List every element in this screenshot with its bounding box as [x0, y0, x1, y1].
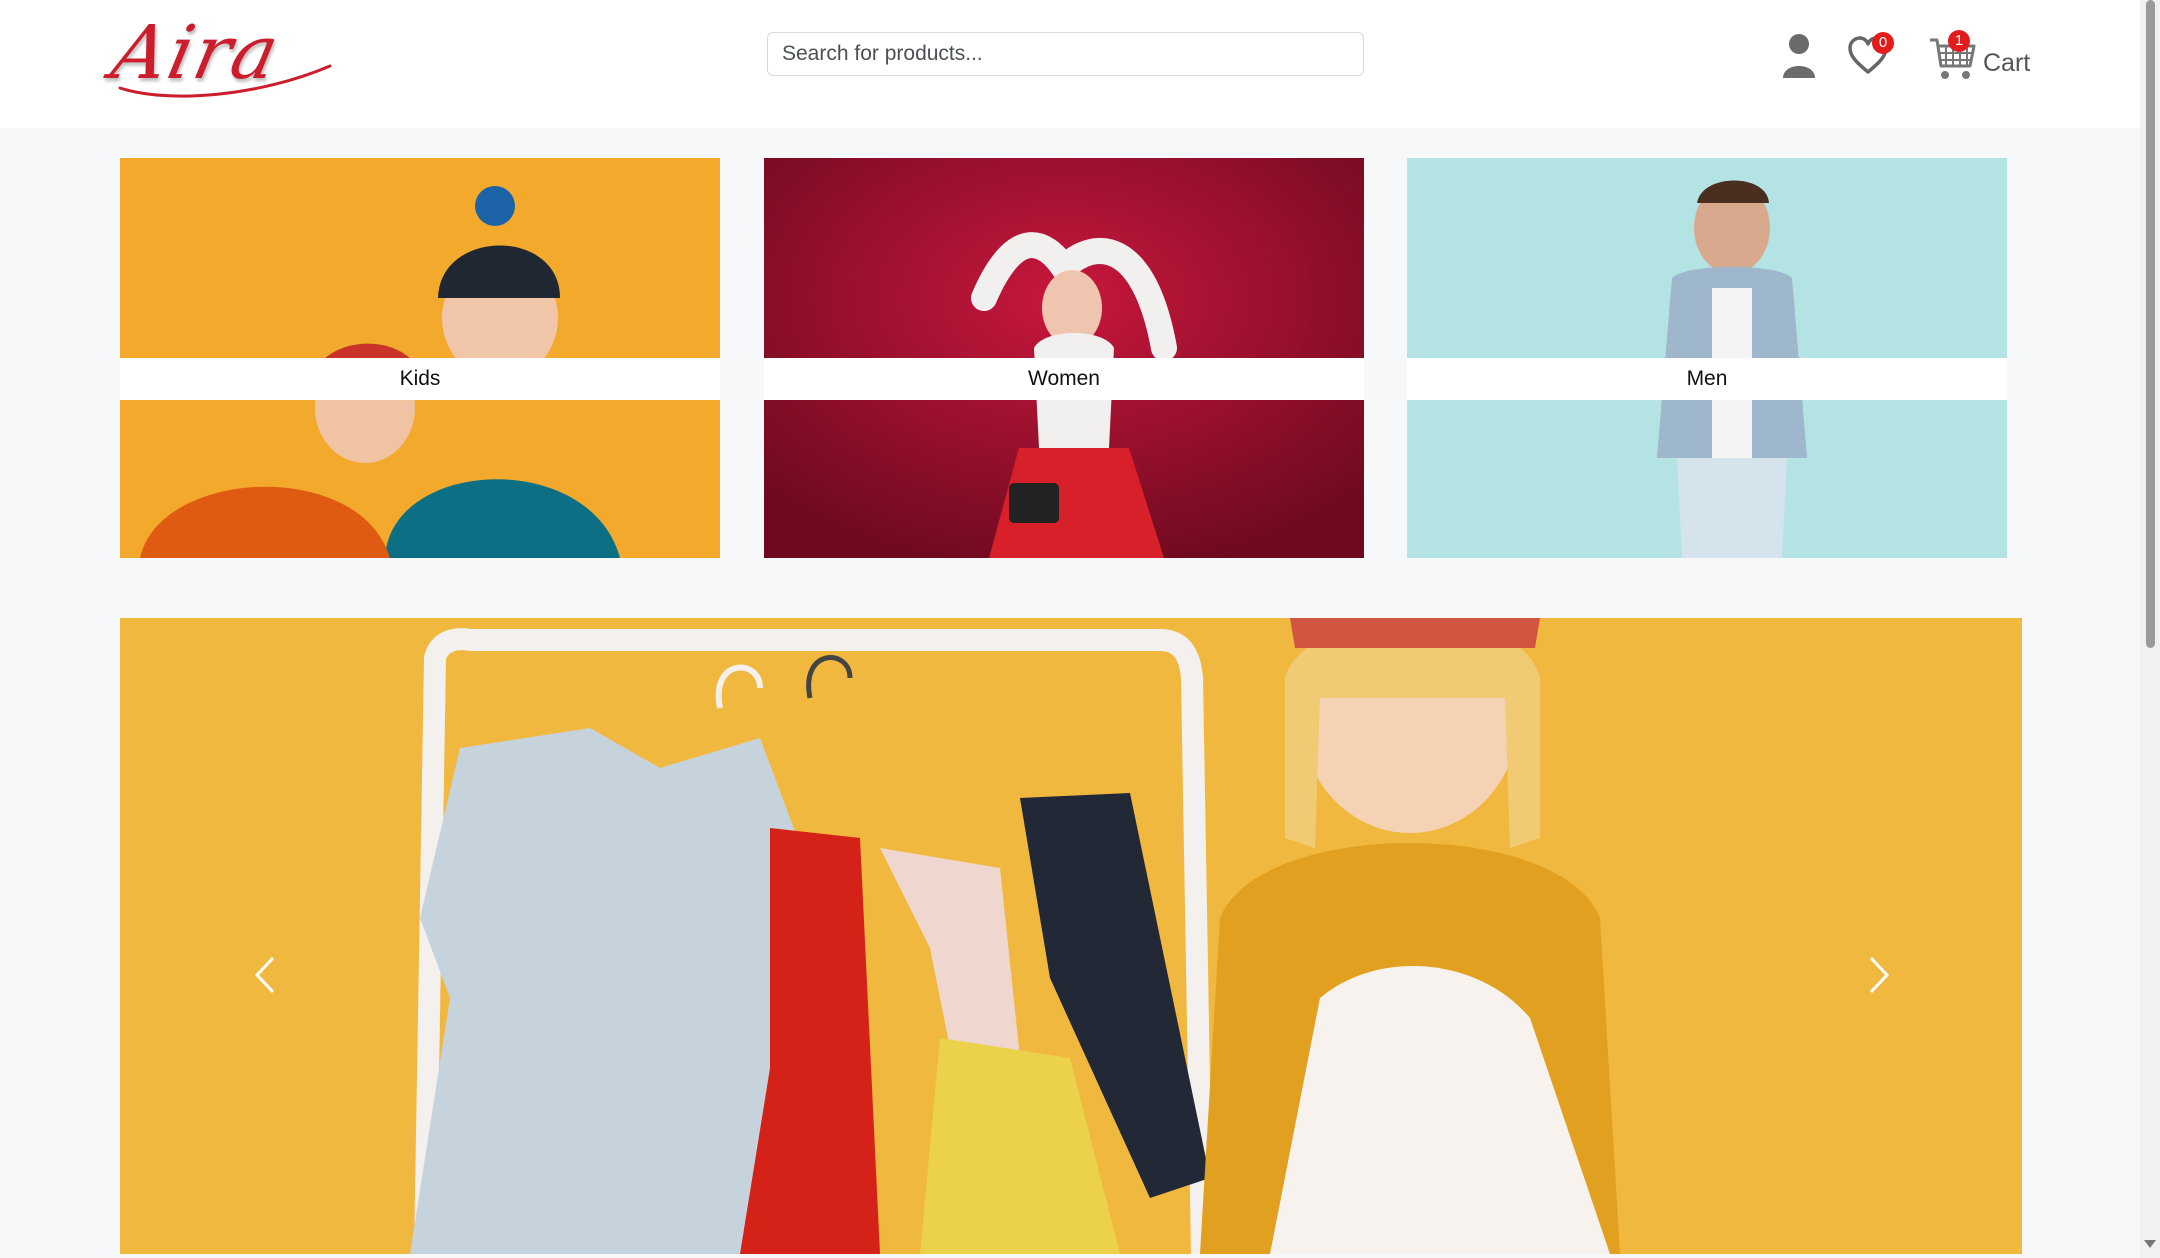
cart-count-badge: 1 — [1948, 30, 1970, 52]
chevron-right-icon — [1869, 956, 1890, 994]
site-header: Aira 0 1 Cart — [0, 0, 2140, 128]
vertical-scrollbar[interactable] — [2140, 0, 2160, 1258]
wishlist-count-badge: 0 — [1872, 32, 1894, 54]
cart-button[interactable]: 1 — [1928, 30, 1976, 84]
category-card-kids[interactable]: Kids — [120, 158, 720, 558]
search-input[interactable] — [767, 32, 1364, 76]
carousel-prev-button[interactable] — [245, 940, 285, 1010]
user-icon — [1783, 34, 1815, 78]
scroll-down-arrow-icon[interactable] — [2144, 1240, 2156, 1248]
hero-carousel — [120, 618, 2022, 1254]
category-label-men: Men — [1407, 358, 2007, 400]
account-button[interactable] — [1780, 32, 1818, 78]
hero-slide-image — [120, 618, 2022, 1254]
category-label-kids: Kids — [120, 358, 720, 400]
site-logo[interactable]: Aira — [105, 8, 340, 98]
chevron-left-icon — [254, 956, 275, 994]
carousel-next-button[interactable] — [1859, 940, 1899, 1010]
wishlist-button[interactable]: 0 — [1848, 32, 1894, 80]
scrollbar-thumb[interactable] — [2146, 0, 2155, 648]
cart-label[interactable]: Cart — [1983, 49, 2030, 78]
category-card-women[interactable]: Women — [764, 158, 1364, 558]
category-card-men[interactable]: Men — [1407, 158, 2007, 558]
logo-text: Aira — [104, 10, 288, 96]
category-label-women: Women — [764, 358, 1364, 400]
